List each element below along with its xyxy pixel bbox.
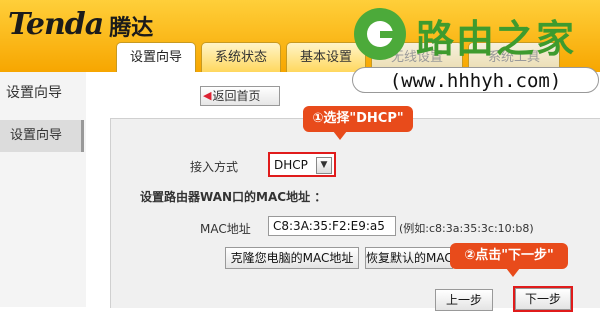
restore-mac-button[interactable]: 恢复默认的MAC地址 (365, 247, 453, 269)
brand-logo: Tenda 腾达 (8, 6, 153, 42)
watermark-url: (www.hhhyh.com) (352, 67, 599, 93)
wizard-panel (110, 118, 600, 308)
watermark-logo: 路由之家 (354, 2, 600, 68)
sidebar: 设置向导 设置向导 (0, 72, 86, 307)
mac-address-label: MAC地址 (200, 222, 251, 236)
g-logo-icon (354, 8, 406, 60)
sidebar-item-label: 设置向导 (10, 128, 63, 143)
sidebar-title: 设置向导 (6, 85, 62, 101)
watermark-text: 路由之家 (416, 17, 577, 61)
access-method-label: 接入方式 (190, 160, 239, 174)
chevron-down-icon[interactable]: ▼ (316, 157, 332, 174)
back-arrow-icon: ◀ (203, 89, 212, 102)
mac-address-input[interactable]: C8:3A:35:F2:E9:a5 (268, 216, 396, 236)
back-home-label: 返回首页 (212, 89, 261, 103)
next-button-highlight (513, 286, 573, 312)
tab-setup-wizard[interactable]: 设置向导 (116, 42, 196, 72)
prev-step-button[interactable]: 上一步 (435, 289, 493, 311)
mac-section-title: 设置路由器WAN口的MAC地址 ： (140, 190, 327, 204)
access-method-select[interactable]: DHCP ▼ (268, 152, 336, 177)
tab-system-status[interactable]: 系统状态 (201, 42, 281, 72)
brand-name-en: Tenda (8, 7, 104, 42)
back-home-button[interactable]: ◀ 返回首页 (200, 86, 280, 106)
callout-step2: ②点击"下一步" (450, 243, 568, 277)
access-method-value: DHCP (274, 158, 308, 172)
brand-name-cn: 腾达 (109, 16, 154, 41)
callout-step1: ①选择"DHCP" (303, 106, 413, 140)
sidebar-item-setup-wizard[interactable]: 设置向导 (0, 120, 84, 152)
clone-mac-button[interactable]: 克隆您电脑的MAC地址 (225, 247, 359, 269)
mac-example-text: (例如:c8:3a:35:3c:10:b8) (399, 222, 534, 235)
